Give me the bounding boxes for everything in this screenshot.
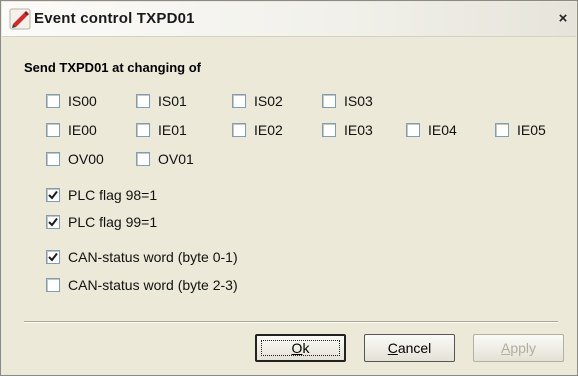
checkbox-box[interactable] [46, 250, 60, 264]
cancel-button[interactable]: Cancel [364, 334, 455, 362]
checkbox-box[interactable] [232, 123, 246, 137]
cancel-label-rest: ancel [397, 340, 432, 356]
focus-rect [261, 340, 340, 356]
checkbox-box[interactable] [46, 152, 60, 166]
checkbox-ie02[interactable]: IE02 [232, 122, 283, 138]
title-bar[interactable]: Event control TXPD01 × [2, 2, 576, 37]
checkbox-label: IE05 [517, 122, 546, 138]
checkbox-ie04[interactable]: IE04 [406, 122, 457, 138]
checkmark-icon [48, 217, 58, 227]
separator [24, 321, 558, 323]
checkbox-label: IE04 [428, 122, 457, 138]
checkmark-icon [48, 190, 58, 200]
checkbox-box[interactable] [136, 94, 150, 108]
checkbox-label: IE02 [254, 122, 283, 138]
checkbox-label: PLC flag 99=1 [68, 214, 158, 230]
apply-hotkey: A [500, 340, 511, 356]
window-title: Event control TXPD01 [34, 10, 195, 27]
checkbox-box[interactable] [322, 123, 336, 137]
cancel-hotkey: C [387, 340, 398, 356]
checkbox-box[interactable] [46, 123, 60, 137]
checkbox-label: IS01 [158, 93, 187, 109]
checkbox-box[interactable] [495, 123, 509, 137]
close-icon[interactable]: × [554, 10, 572, 28]
checkbox-label: IE00 [68, 122, 97, 138]
checkbox-ov01[interactable]: OV01 [136, 151, 194, 167]
checkbox-label: OV01 [158, 151, 194, 167]
checkbox-is01[interactable]: IS01 [136, 93, 187, 109]
checkbox-label: IE03 [344, 122, 373, 138]
checkbox-label: CAN-status word (byte 2-3) [68, 277, 238, 293]
checkbox-ie05[interactable]: IE05 [495, 122, 546, 138]
checkbox-label: CAN-status word (byte 0-1) [68, 249, 238, 265]
app-icon [9, 8, 31, 30]
checkbox-is03[interactable]: IS03 [322, 93, 373, 109]
checkbox-ie03[interactable]: IE03 [322, 122, 373, 138]
checkbox-box[interactable] [46, 215, 60, 229]
checkbox-plc-flag-99[interactable]: PLC flag 99=1 [46, 214, 157, 230]
checkbox-can-status-byte-2-3[interactable]: CAN-status word (byte 2-3) [46, 277, 238, 293]
apply-button[interactable]: Apply [473, 334, 564, 362]
checkbox-label: IS02 [254, 93, 283, 109]
checkbox-box[interactable] [136, 123, 150, 137]
checkbox-ov00[interactable]: OV00 [46, 151, 104, 167]
checkbox-box[interactable] [46, 188, 60, 202]
dialog-window: Event control TXPD01 × Send TXPD01 at ch… [0, 0, 578, 376]
checkbox-ie01[interactable]: IE01 [136, 122, 187, 138]
checkbox-box[interactable] [232, 94, 246, 108]
checkbox-label: IS00 [68, 93, 97, 109]
checkbox-box[interactable] [46, 278, 60, 292]
checkbox-ie00[interactable]: IE00 [46, 122, 97, 138]
checkbox-is02[interactable]: IS02 [232, 93, 283, 109]
checkbox-is00[interactable]: IS00 [46, 93, 97, 109]
checkbox-box[interactable] [406, 123, 420, 137]
checkbox-plc-flag-98[interactable]: PLC flag 98=1 [46, 187, 157, 203]
checkbox-label: IE01 [158, 122, 187, 138]
checkbox-box[interactable] [136, 152, 150, 166]
apply-label-rest: pply [510, 340, 537, 356]
checkbox-label: IS03 [344, 93, 373, 109]
checkbox-can-status-byte-0-1[interactable]: CAN-status word (byte 0-1) [46, 249, 238, 265]
section-label: Send TXPD01 at changing of [24, 60, 201, 75]
ok-button[interactable]: Ok [255, 334, 346, 362]
checkbox-box[interactable] [46, 94, 60, 108]
checkmark-icon [48, 252, 58, 262]
checkbox-box[interactable] [322, 94, 336, 108]
checkbox-label: OV00 [68, 151, 104, 167]
checkbox-label: PLC flag 98=1 [68, 187, 158, 203]
